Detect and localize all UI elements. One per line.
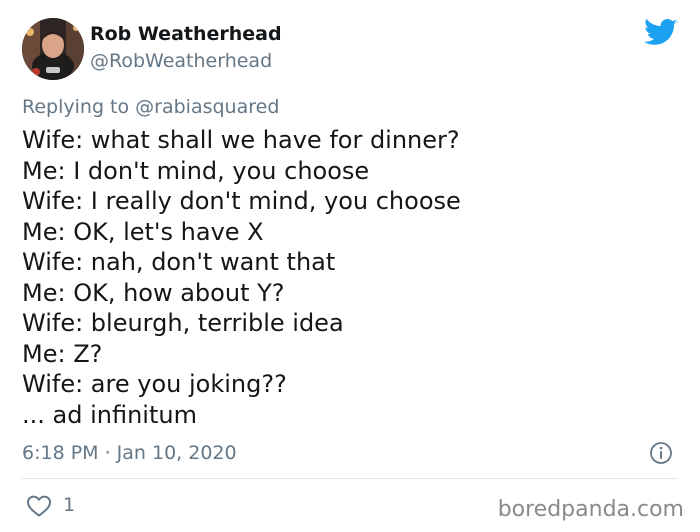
author-handle[interactable]: @RobWeatherhead	[90, 48, 272, 74]
tweet-line: Wife: I really don't mind, you choose	[22, 187, 461, 215]
tweet-line: Wife: what shall we have for dinner?	[22, 126, 460, 154]
tweet-card: Rob Weatherhead @RobWeatherhead Replying…	[0, 0, 700, 532]
tweet-line: Me: I don't mind, you choose	[22, 156, 370, 185]
replying-to: Replying to @rabiasquared	[22, 94, 279, 120]
avatar[interactable]	[22, 18, 84, 80]
tweet-line: Wife: nah, don't want that	[22, 248, 336, 276]
tweet-line: Me: Z?	[22, 339, 103, 368]
info-icon[interactable]	[649, 441, 673, 465]
tweet-timestamp[interactable]: 6:18 PM · Jan 10, 2020	[22, 440, 237, 466]
tweet-line: Wife: are you joking??	[22, 370, 287, 398]
like-count: 1	[63, 494, 76, 516]
avatar-photo	[22, 18, 84, 80]
reply-mention-link[interactable]: @rabiasquared	[135, 96, 279, 118]
twitter-bird-icon[interactable]	[644, 18, 678, 48]
watermark: boredpanda.com	[497, 497, 684, 522]
replying-to-label: Replying to	[22, 96, 136, 118]
author-display-name[interactable]: Rob Weatherhead	[90, 21, 282, 47]
tweet-text: Wife: what shall we have for dinner? Me:…	[22, 125, 461, 430]
divider	[22, 478, 678, 479]
tweet-line: Wife: bleurgh, terrible idea	[22, 309, 344, 337]
tweet-line: ... ad infinitum	[22, 400, 197, 429]
tweet-line: Me: OK, let's have X	[22, 217, 264, 246]
heart-icon[interactable]	[26, 494, 52, 518]
tweet-line: Me: OK, how about Y?	[22, 278, 285, 307]
